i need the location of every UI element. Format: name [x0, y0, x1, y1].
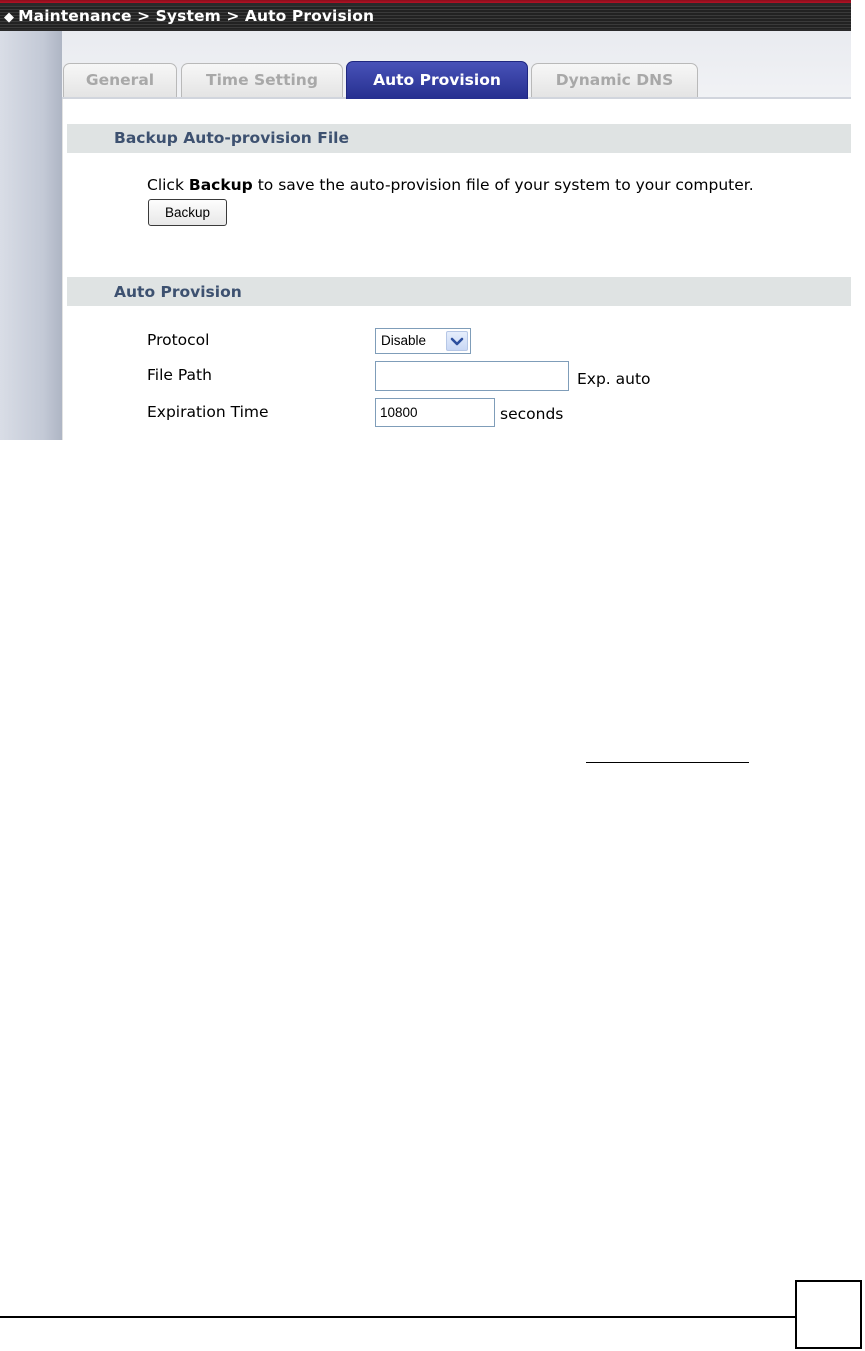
- tab-time-setting[interactable]: Time Setting: [181, 63, 343, 97]
- protocol-label: Protocol: [147, 331, 210, 349]
- auto-provision-section-title: Auto Provision: [114, 283, 242, 301]
- breadcrumb-text: Maintenance > System > Auto Provision: [18, 7, 375, 25]
- file-path-label: File Path: [147, 366, 212, 384]
- backup-instruction-suffix: to save the auto-provision file of your …: [252, 176, 754, 194]
- backup-instruction-prefix: Click: [147, 176, 189, 194]
- expiration-time-input[interactable]: 10800: [375, 398, 495, 427]
- left-navigation-panel: [0, 31, 63, 440]
- breadcrumb: ◆ Maintenance > System > Auto Provision: [4, 7, 374, 25]
- protocol-dropdown-button[interactable]: [446, 331, 468, 351]
- backup-section-title: Backup Auto-provision File: [114, 129, 349, 147]
- tab-general[interactable]: General: [63, 63, 177, 97]
- file-path-input[interactable]: [375, 361, 569, 391]
- underline-mark: [586, 762, 749, 763]
- page-number-box: [795, 1280, 862, 1349]
- footer-rule: [0, 1316, 795, 1318]
- backup-instruction: Click Backup to save the auto-provision …: [147, 176, 754, 194]
- screenshot: ◆ Maintenance > System > Auto Provision G…: [0, 0, 851, 440]
- expiration-time-label: Expiration Time: [147, 403, 269, 421]
- chevron-down-icon: [450, 337, 464, 346]
- file-path-hint: Exp. auto: [577, 370, 651, 388]
- backup-button[interactable]: Backup: [148, 199, 227, 226]
- title-bar: ◆ Maintenance > System > Auto Provision: [0, 0, 851, 31]
- protocol-select[interactable]: Disable: [375, 328, 471, 354]
- protocol-select-value: Disable: [381, 333, 427, 348]
- tab-dynamic-dns[interactable]: Dynamic DNS: [531, 63, 698, 97]
- backup-instruction-bold: Backup: [188, 176, 253, 194]
- expiration-unit: seconds: [500, 405, 564, 423]
- tab-auto-provision[interactable]: Auto Provision: [346, 61, 528, 99]
- diamond-bullet-icon: ◆: [4, 10, 15, 25]
